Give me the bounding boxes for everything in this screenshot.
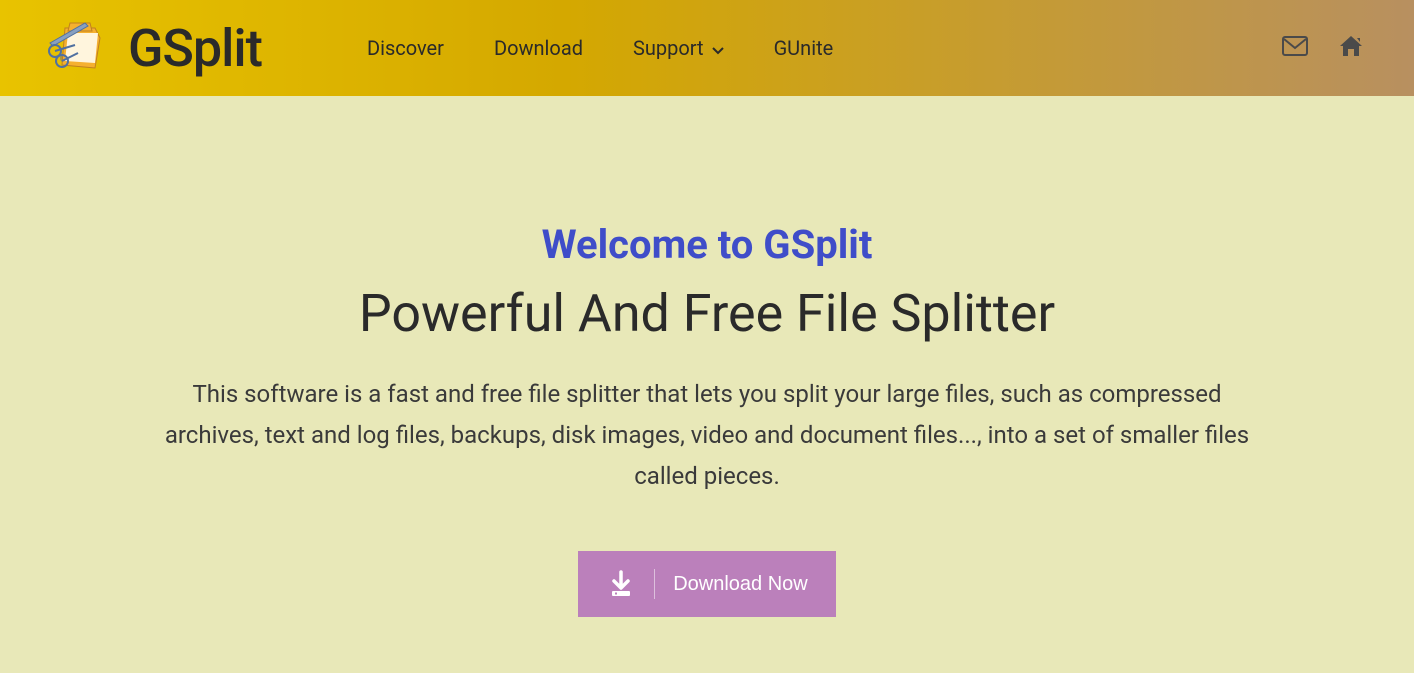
welcome-heading: Welcome to GSplit [95,221,1319,268]
hero-description: This software is a fast and free file sp… [157,374,1257,496]
main-headline: Powerful And Free File Splitter [95,283,1319,344]
nav-gunite[interactable]: GUnite [774,36,834,60]
nav-download[interactable]: Download [494,36,583,60]
nav-label: Download [494,36,583,60]
download-icon [606,569,655,599]
nav-label: GUnite [774,36,834,60]
site-header: GSplit Discover Download Support GUnite [0,0,1414,96]
home-icon[interactable] [1338,34,1364,62]
download-now-button[interactable]: Download Now [578,551,836,617]
app-logo-icon [40,13,118,83]
nav-label: Discover [367,36,444,60]
nav-label: Support [633,36,704,60]
nav-support[interactable]: Support [633,36,724,60]
hero-section: Welcome to GSplit Powerful And Free File… [0,96,1414,617]
caret-down-icon [712,36,724,60]
main-nav: Discover Download Support GUnite [367,36,833,60]
envelope-icon[interactable] [1282,36,1308,60]
nav-discover[interactable]: Discover [367,36,444,60]
logo-text: GSplit [128,18,262,79]
download-button-label: Download Now [673,573,808,596]
header-actions [1282,34,1364,62]
logo-section[interactable]: GSplit [40,13,262,83]
